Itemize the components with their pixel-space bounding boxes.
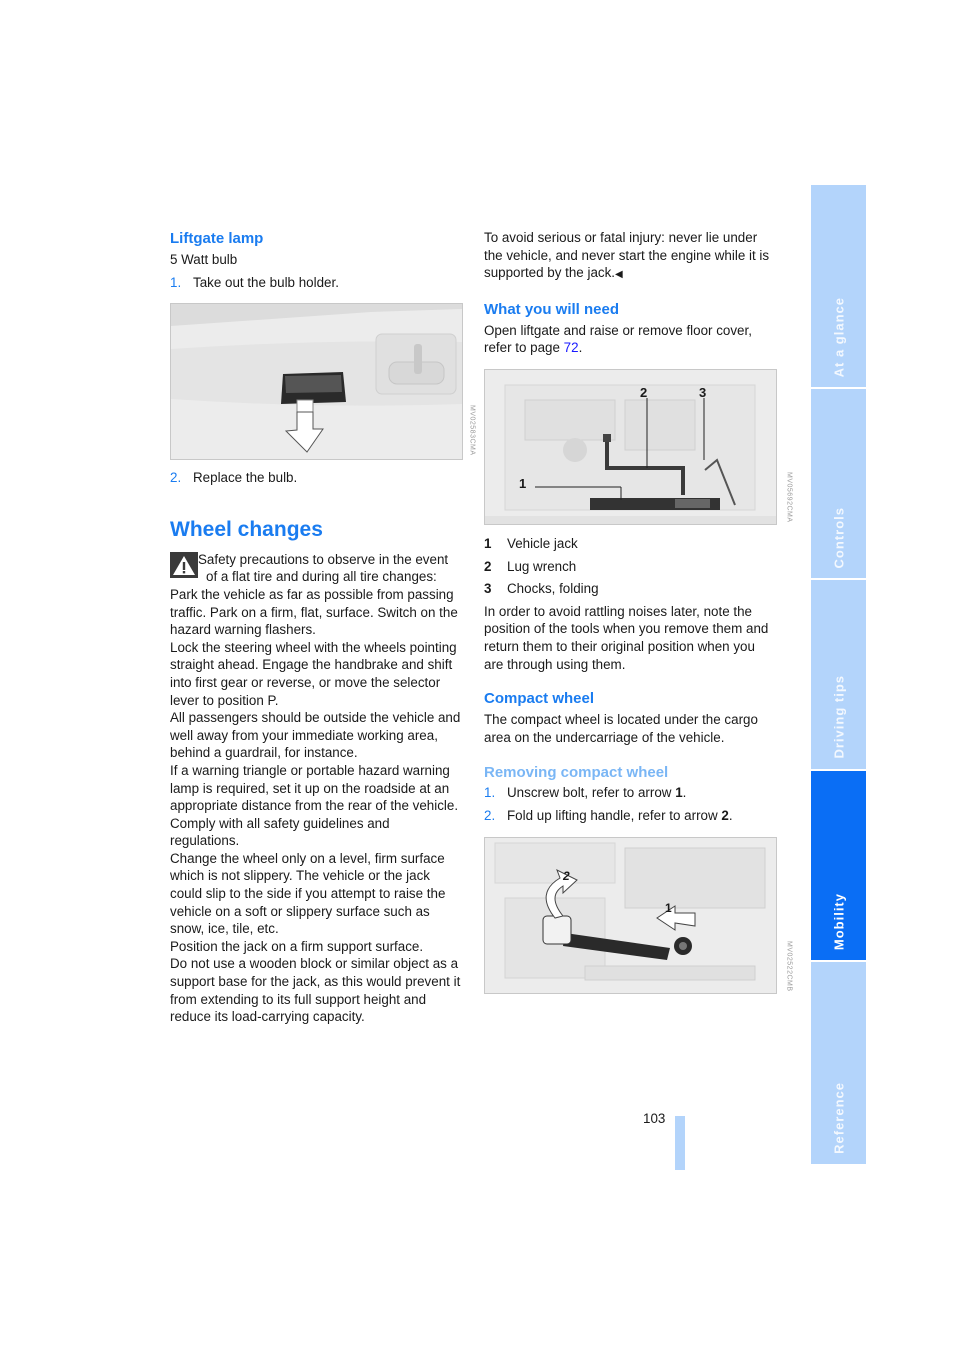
warning-triangle-icon	[170, 551, 198, 578]
tab-label: Driving tips	[831, 675, 846, 759]
tab-at-a-glance[interactable]: At a glance	[811, 185, 866, 387]
tab-mobility[interactable]: Mobility	[811, 771, 866, 960]
liftgate-lamp-heading: Liftgate lamp	[170, 230, 264, 247]
liftgate-lamp-illustration	[171, 304, 462, 460]
what-you-need-text: Open liftgate and raise or remove floor …	[484, 322, 776, 357]
compact-wheel-text: The compact wheel is located under the c…	[484, 712, 758, 745]
text: Unscrew bolt, refer to arrow	[507, 785, 676, 801]
page-marker-bar	[675, 1116, 685, 1170]
figure-label: 3	[699, 384, 707, 400]
step-text: Unscrew bolt, refer to arrow 1.	[507, 784, 686, 802]
figure-label: 2	[563, 868, 570, 883]
step-text: Replace the bulb.	[193, 470, 298, 486]
compact-wheel-heading: Compact wheel	[484, 690, 595, 708]
warning-end-text: To avoid serious or fatal injury: never …	[484, 229, 776, 284]
text: .	[578, 340, 583, 356]
warning-paragraph: All passengers should be outside the veh…	[170, 710, 461, 761]
liftgate-lamp-figure	[170, 303, 463, 461]
liftgate-subtitle: 5 Watt bulb	[170, 252, 238, 267]
legend-text: Lug wrench	[507, 558, 577, 574]
step-number: 2.	[170, 470, 182, 486]
step-number: 1.	[484, 785, 496, 801]
removing-step-1: 1. Unscrew bolt, refer to arrow 1.	[484, 784, 776, 802]
warning-end: To avoid serious or fatal injury: never …	[484, 230, 770, 281]
text: .	[728, 807, 733, 823]
arrow-ref: 1	[675, 785, 683, 801]
liftgate-step-1: 1. Take out the bulb holder.	[170, 274, 462, 292]
compact-wheel-illustration	[485, 837, 776, 993]
step-text: Take out the bulb holder.	[193, 274, 339, 290]
figure-code: MV02583CMA	[468, 405, 476, 456]
warning-lead: Safety precautions to observe in the eve…	[198, 551, 449, 585]
step-number: 1.	[170, 274, 182, 290]
rattling-note: In order to avoid rattling noises later,…	[484, 603, 769, 672]
legend-text: Vehicle jack	[507, 535, 578, 551]
tool-kit-figure: 1 2 3	[484, 368, 777, 525]
wheel-changes-heading: Wheel changes	[170, 517, 323, 541]
safety-warning: Safety precautions to observe in the eve…	[170, 551, 462, 1026]
tab-label: Controls	[831, 506, 846, 568]
text: Fold up lifting handle, refer to arrow	[507, 807, 722, 823]
chapter-tabs: At a glance Controls Driving tips Mobili…	[811, 185, 866, 1166]
legend-number: 2	[484, 558, 492, 574]
step-text: Fold up lifting handle, refer to arrow 2…	[507, 807, 733, 825]
step-number: 2.	[484, 807, 496, 823]
removing-compact-wheel-heading: Removing compact wheel	[484, 764, 669, 782]
tool-legend: 1 Vehicle jack 2 Lug wrench 3 Chocks, fo…	[484, 535, 776, 598]
end-of-warning-icon: ◀	[615, 269, 623, 281]
tab-reference[interactable]: Reference	[811, 962, 866, 1164]
what-you-will-need-heading: What you will need	[484, 300, 620, 318]
legend-number: 1	[484, 535, 492, 551]
legend-item: 2 Lug wrench	[484, 558, 776, 576]
figure-label: 2	[640, 384, 648, 400]
tab-label: Reference	[831, 1082, 846, 1154]
tab-driving-tips[interactable]: Driving tips	[811, 580, 866, 769]
warning-paragraph: Position the jack on a firm support surf…	[170, 938, 424, 954]
legend-number: 3	[484, 581, 492, 597]
figure-label: 1	[665, 900, 672, 915]
warning-paragraph: Lock the steering wheel with the wheels …	[170, 639, 457, 708]
figure-code: MV02522CMB	[785, 941, 793, 992]
text: .	[682, 785, 687, 801]
tab-controls[interactable]: Controls	[811, 389, 866, 578]
warning-paragraph: Park the vehicle as far as possible from…	[170, 586, 458, 638]
tab-label: At a glance	[831, 296, 846, 377]
warning-paragraph: Do not use a wooden block or similar obj…	[170, 956, 461, 1025]
legend-item: 1 Vehicle jack	[484, 535, 776, 553]
figure-label: 1	[519, 475, 527, 491]
right-column: To avoid serious or fatal injury: never …	[484, 229, 793, 994]
warning-paragraph: If a warning triangle or portable hazard…	[170, 762, 459, 849]
left-column: Liftgate lamp 5 Watt bulb 1. Take out th…	[170, 229, 476, 1026]
legend-text: Chocks, folding	[507, 581, 599, 597]
text: Open liftgate and raise or remove floor …	[484, 322, 752, 356]
page-number: 103	[643, 1111, 666, 1126]
legend-item: 3 Chocks, folding	[484, 580, 776, 598]
figure-code: MV05692CMA	[785, 472, 793, 523]
tool-kit-illustration	[485, 369, 776, 524]
page-72-link[interactable]: 72	[564, 340, 579, 355]
liftgate-step-2: 2. Replace the bulb.	[170, 469, 462, 487]
tab-label: Mobility	[831, 892, 846, 950]
compact-wheel-figure: 1 2	[484, 836, 777, 994]
arrow-ref: 2	[721, 807, 729, 823]
removing-step-2: 2. Fold up lifting handle, refer to arro…	[484, 807, 776, 825]
warning-paragraph: Change the wheel only on a level, firm s…	[170, 850, 446, 937]
